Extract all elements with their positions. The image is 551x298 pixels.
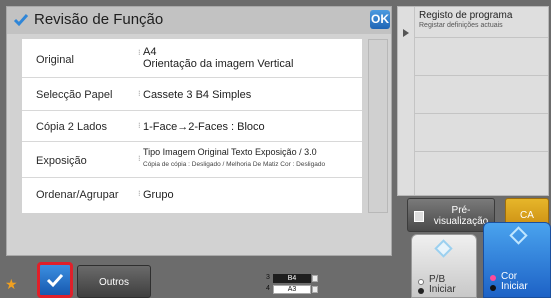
setting-row-2-sided-copy[interactable]: Cópia 2 Lados ⁝ 1-Face→2-Faces : Bloco xyxy=(22,111,362,142)
tray-item: 4 A3 xyxy=(264,285,320,295)
tray-end-icon xyxy=(312,286,318,293)
ok-button[interactable]: OK xyxy=(370,10,390,29)
play-arrow-icon xyxy=(403,29,409,37)
radio-dot-icon xyxy=(490,275,496,281)
row-label: Exposição xyxy=(36,155,87,167)
function-review-panel: Revisão de Função OK Original ⁝ A4 Orien… xyxy=(6,6,392,256)
color-start-button[interactable]: Cor Iniciar xyxy=(483,222,551,298)
tray-number: 3 xyxy=(266,274,270,281)
row-value: Cópia de cópia : Desligado / Melhoria De… xyxy=(143,161,326,168)
setting-row-exposure[interactable]: Exposição ⁝ Tipo Imagem Original Texto E… xyxy=(22,142,362,178)
row-value: Cassete 3 B4 Simples xyxy=(143,89,252,101)
row-label: Original xyxy=(36,54,74,66)
others-button[interactable]: Outros xyxy=(77,265,151,298)
preview-icon xyxy=(414,211,424,222)
row-value: 1-Face→2-Faces : Bloco xyxy=(143,121,265,133)
start-diamond-icon xyxy=(434,239,453,258)
paper-tray-indicator: 3 B4 4 A3 xyxy=(264,265,320,298)
row-value: Orientação da imagem Vertical xyxy=(143,58,294,70)
row-label: Cópia 2 Lados xyxy=(36,121,107,133)
program-register-panel[interactable]: Registo de programa Registar definições … xyxy=(397,6,549,196)
row-label: Selecção Papel xyxy=(36,89,113,101)
preview-button[interactable]: Pré-visualização xyxy=(407,198,495,232)
divider xyxy=(415,75,548,76)
divider xyxy=(415,37,548,38)
checkmark-icon xyxy=(13,14,29,27)
tray-number: 4 xyxy=(266,285,270,292)
scrollbar[interactable] xyxy=(368,39,388,213)
tray-end-icon xyxy=(312,275,318,282)
star-icon[interactable]: ★ xyxy=(5,276,19,292)
radio-dot-icon xyxy=(490,285,496,291)
checkmark-icon xyxy=(46,273,64,288)
function-review-button[interactable] xyxy=(37,262,73,298)
separator-icon: ⁝ xyxy=(138,121,141,130)
setting-row-sort-group[interactable]: Ordenar/Agrupar ⁝ Grupo xyxy=(22,178,362,213)
settings-list: Original ⁝ A4 Orientação da imagem Verti… xyxy=(22,39,362,213)
setting-row-paper-select[interactable]: Selecção Papel ⁝ Cassete 3 B4 Simples xyxy=(22,78,362,111)
color-start-label: Cor Iniciar xyxy=(501,271,528,292)
divider xyxy=(415,113,548,114)
divider xyxy=(414,7,415,195)
tray-size: B4 xyxy=(273,274,311,283)
separator-icon: ⁝ xyxy=(138,154,141,163)
tray-size: A3 xyxy=(273,285,311,294)
bw-start-label: P/B Iniciar xyxy=(429,274,456,295)
bw-start-button[interactable]: P/B Iniciar xyxy=(411,234,477,298)
row-value: Grupo xyxy=(143,189,174,201)
separator-icon: ⁝ xyxy=(138,89,141,98)
row-label: Ordenar/Agrupar xyxy=(36,189,119,201)
divider xyxy=(415,151,548,152)
program-register-title: Registo de programa xyxy=(419,10,513,21)
separator-icon: ⁝ xyxy=(138,189,141,198)
setting-row-original[interactable]: Original ⁝ A4 Orientação da imagem Verti… xyxy=(22,39,362,78)
row-value: Tipo Imagem Original Texto Exposição / 3… xyxy=(143,147,317,157)
tray-item: 3 B4 xyxy=(264,274,320,284)
row-value: A4 xyxy=(143,46,157,58)
separator-icon: ⁝ xyxy=(138,48,141,57)
page-title: Revisão de Função xyxy=(34,11,164,28)
radio-dot-icon xyxy=(418,279,424,285)
title-bar: Revisão de Função OK xyxy=(7,7,391,34)
radio-dot-icon xyxy=(418,288,424,294)
program-register-subtitle: Registar definições actuais xyxy=(419,22,503,29)
start-diamond-icon xyxy=(509,226,528,245)
